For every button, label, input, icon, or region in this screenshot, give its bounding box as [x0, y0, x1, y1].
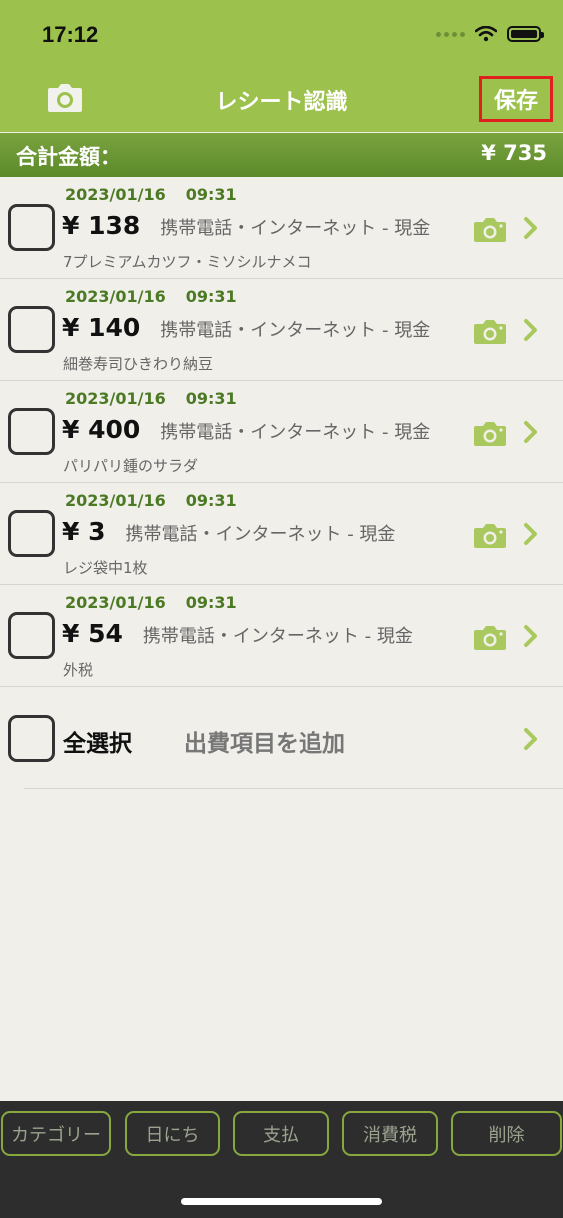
item-time: 09:31	[185, 185, 237, 204]
camera-icon[interactable]	[473, 625, 507, 651]
tax-button[interactable]: 消費税	[342, 1111, 438, 1156]
item-datetime: 2023/01/16 09:31	[65, 491, 237, 510]
signal-icon	[436, 31, 465, 37]
item-category: 携帯電話・インターネット - 現金	[160, 320, 431, 341]
total-amount: ¥ 735	[481, 141, 547, 165]
chevron-right-icon[interactable]	[522, 420, 538, 444]
item-note: レジ袋中1枚	[63, 559, 148, 577]
item-time: 09:31	[185, 593, 237, 612]
chevron-right-icon[interactable]	[522, 318, 538, 342]
chevron-right-icon[interactable]	[522, 522, 538, 546]
item-datetime: 2023/01/16 09:31	[65, 185, 237, 204]
item-checkbox[interactable]	[8, 612, 55, 659]
item-date: 2023/01/16	[65, 287, 166, 306]
item-time: 09:31	[185, 287, 237, 306]
item-amount: ¥ 400	[62, 415, 141, 444]
item-datetime: 2023/01/16 09:31	[65, 389, 237, 408]
item-amount: ¥ 3	[62, 517, 106, 546]
camera-icon[interactable]	[473, 421, 507, 447]
add-expense-item-link[interactable]: 出費項目を追加	[184, 724, 345, 758]
list-item[interactable]: 2023/01/16 09:31 ¥ 138 携帯電話・インターネット - 現金 7…	[0, 177, 563, 279]
item-main: ¥ 140 携帯電話・インターネット - 現金	[62, 313, 430, 342]
item-note: 細巻寿司ひきわり納豆	[63, 355, 214, 373]
status-indicators	[436, 26, 544, 42]
date-button[interactable]: 日にち	[125, 1111, 220, 1156]
item-datetime: 2023/01/16 09:31	[65, 593, 237, 612]
chevron-right-icon[interactable]	[522, 624, 538, 648]
item-checkbox[interactable]	[8, 408, 55, 455]
item-amount: ¥ 140	[62, 313, 141, 342]
status-time: 17:12	[42, 22, 99, 47]
item-time: 09:31	[185, 389, 237, 408]
bottom-toolbar: カテゴリー 日にち 支払 消費税 削除	[0, 1101, 563, 1218]
item-main: ¥ 3 携帯電話・インターネット - 現金	[62, 517, 395, 546]
receipt-item-list: 2023/01/16 09:31 ¥ 138 携帯電話・インターネット - 現金 7…	[0, 177, 563, 687]
item-date: 2023/01/16	[65, 389, 166, 408]
item-category: 携帯電話・インターネット - 現金	[160, 218, 431, 239]
list-item[interactable]: 2023/01/16 09:31 ¥ 3 携帯電話・インターネット - 現金 レジ袋…	[0, 483, 563, 585]
item-checkbox[interactable]	[8, 510, 55, 557]
chevron-right-icon[interactable]	[522, 216, 538, 240]
item-amount: ¥ 138	[62, 211, 141, 240]
item-time: 09:31	[185, 491, 237, 510]
item-note: パリパリ鍾のサラダ	[63, 457, 199, 475]
chevron-right-icon[interactable]	[522, 727, 538, 751]
list-item[interactable]: 2023/01/16 09:31 ¥ 140 携帯電話・インターネット - 現金 細…	[0, 279, 563, 381]
total-bar: 合計金額： ¥ 735	[0, 133, 563, 177]
item-category: 携帯電話・インターネット - 現金	[160, 422, 431, 443]
select-all-checkbox[interactable]	[8, 715, 55, 762]
item-main: ¥ 138 携帯電話・インターネット - 現金	[62, 211, 430, 240]
save-button[interactable]: 保存	[479, 76, 553, 122]
item-date: 2023/01/16	[65, 491, 166, 510]
list-item[interactable]: 2023/01/16 09:31 ¥ 54 携帯電話・インターネット - 現金 外税	[0, 585, 563, 687]
category-button[interactable]: カテゴリー	[1, 1111, 111, 1156]
select-all-row: 全選択 出費項目を追加	[0, 687, 563, 789]
item-date: 2023/01/16	[65, 185, 166, 204]
item-checkbox[interactable]	[8, 204, 55, 251]
list-item[interactable]: 2023/01/16 09:31 ¥ 400 携帯電話・インターネット - 現金 パ…	[0, 381, 563, 483]
item-main: ¥ 54 携帯電話・インターネット - 現金	[62, 619, 413, 648]
payment-button[interactable]: 支払	[233, 1111, 329, 1156]
home-indicator	[181, 1198, 382, 1205]
item-checkbox[interactable]	[8, 306, 55, 353]
camera-icon[interactable]	[473, 319, 507, 345]
item-note: 外税	[63, 661, 94, 679]
total-label: 合計金額：	[16, 145, 121, 169]
item-note: 7プレミアムカツフ・ミソシルナメコ	[63, 253, 312, 271]
select-all-label[interactable]: 全選択	[63, 724, 132, 758]
item-datetime: 2023/01/16 09:31	[65, 287, 237, 306]
item-category: 携帯電話・インターネット - 現金	[142, 626, 413, 647]
item-date: 2023/01/16	[65, 593, 166, 612]
delete-button[interactable]: 削除	[451, 1111, 562, 1156]
item-amount: ¥ 54	[62, 619, 123, 648]
item-main: ¥ 400 携帯電話・インターネット - 現金	[62, 415, 430, 444]
navigation-bar: 17:12 レシート認識 保存	[0, 0, 563, 132]
camera-icon[interactable]	[473, 217, 507, 243]
camera-icon[interactable]	[473, 523, 507, 549]
wifi-icon	[475, 26, 497, 42]
divider	[24, 788, 563, 789]
item-category: 携帯電話・インターネット - 現金	[125, 524, 396, 545]
battery-icon	[507, 26, 544, 42]
